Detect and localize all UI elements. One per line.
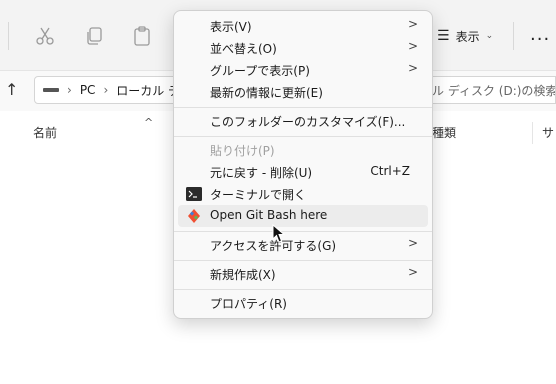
menu-separator: [174, 260, 432, 261]
chevron-right-icon: >: [407, 236, 418, 250]
menu-item-label: 元に戻す - 削除(U): [210, 166, 313, 180]
more-options-button[interactable]: ...: [530, 24, 550, 45]
menu-item-shortcut: Ctrl+Z: [370, 164, 410, 178]
column-size[interactable]: サ: [542, 124, 554, 141]
context-menu: 表示(V) > 並べ替え(O) > グループで表示(P) > 最新の情報に更新(…: [173, 10, 433, 319]
column-name[interactable]: 名前: [33, 124, 57, 141]
menu-item-label: Open Git Bash here: [210, 208, 328, 222]
menu-item-group-by[interactable]: グループで表示(P) >: [178, 59, 428, 81]
menu-separator: [174, 289, 432, 290]
chevron-down-icon: ⌄: [485, 31, 494, 41]
toolbar-separator: [8, 22, 9, 50]
chevron-right-icon: >: [407, 265, 418, 279]
menu-item-sort[interactable]: 並べ替え(O) >: [178, 37, 428, 59]
menu-item-label: 新規作成(X): [210, 268, 276, 282]
breadcrumb-separator: ›: [103, 83, 109, 97]
menu-item-new[interactable]: 新規作成(X) >: [178, 263, 428, 285]
breadcrumb-pc[interactable]: PC: [80, 83, 96, 97]
menu-item-label: このフォルダーのカスタマイズ(F)...: [210, 115, 406, 129]
menu-item-label: 並べ替え(O): [210, 42, 277, 56]
copy-button[interactable]: [83, 23, 105, 49]
menu-item-customize-folder[interactable]: このフォルダーのカスタマイズ(F)...: [178, 110, 428, 132]
view-label: 表示: [455, 29, 480, 44]
menu-item-label: ターミナルで開く: [210, 188, 307, 202]
chevron-right-icon: >: [407, 61, 418, 75]
paste-button[interactable]: [131, 23, 153, 49]
chevron-right-icon: >: [407, 17, 418, 31]
menu-item-refresh[interactable]: 最新の情報に更新(E): [178, 81, 428, 103]
mouse-cursor-icon: [272, 224, 286, 243]
search-input[interactable]: ル ディスク (D:)の検索: [420, 76, 556, 104]
paste-icon: [134, 26, 150, 46]
toolbar-separator: [513, 22, 514, 50]
menu-separator: [174, 107, 432, 108]
menu-item-label: 最新の情報に更新(E): [210, 86, 323, 100]
drive-icon: [43, 88, 59, 92]
menu-item-label: プロパティ(R): [210, 297, 287, 311]
copy-icon: [87, 27, 102, 45]
view-lines-icon: ☰: [437, 28, 450, 44]
git-icon: [188, 209, 200, 223]
menu-separator: [174, 231, 432, 232]
cut-icon: [36, 27, 54, 45]
menu-item-label: 表示(V): [210, 20, 252, 34]
column-divider[interactable]: [532, 122, 533, 144]
menu-item-paste: 貼り付け(P): [178, 139, 428, 161]
chevron-right-icon: >: [407, 39, 418, 53]
search-placeholder: ル ディスク (D:)の検索: [432, 83, 556, 98]
cut-button[interactable]: [34, 23, 56, 49]
sort-ascending-icon: ^: [144, 116, 154, 129]
up-arrow-icon[interactable]: ↑: [5, 80, 18, 99]
menu-item-open-git-bash[interactable]: Open Git Bash here: [178, 205, 428, 227]
menu-item-give-access[interactable]: アクセスを許可する(G) >: [178, 234, 428, 256]
menu-separator: [174, 136, 432, 137]
menu-item-view[interactable]: 表示(V) >: [178, 15, 428, 37]
menu-item-label: グループで表示(P): [210, 64, 310, 78]
breadcrumb-separator: ›: [67, 83, 72, 97]
column-type[interactable]: 種類: [432, 124, 456, 141]
view-button[interactable]: ☰ 表示 ⌄: [437, 23, 493, 49]
menu-item-undo-delete[interactable]: 元に戻す - 削除(U) Ctrl+Z: [178, 161, 428, 183]
terminal-icon: [186, 187, 202, 201]
menu-item-label: 貼り付け(P): [210, 144, 275, 158]
menu-item-open-terminal[interactable]: ターミナルで開く: [178, 183, 428, 205]
menu-item-properties[interactable]: プロパティ(R): [178, 292, 428, 314]
